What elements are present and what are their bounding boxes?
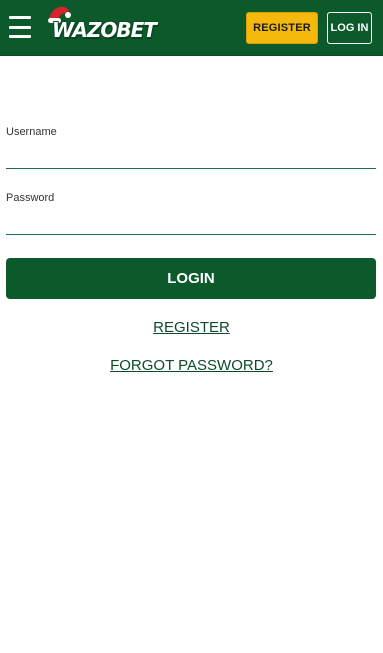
register-link[interactable]: REGISTER [0, 319, 383, 336]
brand-name: WAZOBET [52, 18, 157, 42]
password-input[interactable] [6, 211, 376, 235]
hamburger-menu-icon[interactable] [9, 16, 31, 38]
username-label: Username [6, 126, 57, 138]
wazobet-logo[interactable]: WAZOBET [46, 6, 164, 46]
password-label: Password [6, 192, 55, 204]
register-button[interactable]: REGISTER [246, 12, 318, 44]
forgot-password-link[interactable]: FORGOT PASSWORD? [0, 357, 383, 374]
username-input[interactable] [6, 145, 376, 169]
login-submit-button[interactable]: LOGIN [6, 258, 376, 299]
top-navigation-bar: WAZOBET REGISTER LOG IN [0, 0, 383, 56]
log-in-button[interactable]: LOG IN [327, 12, 372, 44]
